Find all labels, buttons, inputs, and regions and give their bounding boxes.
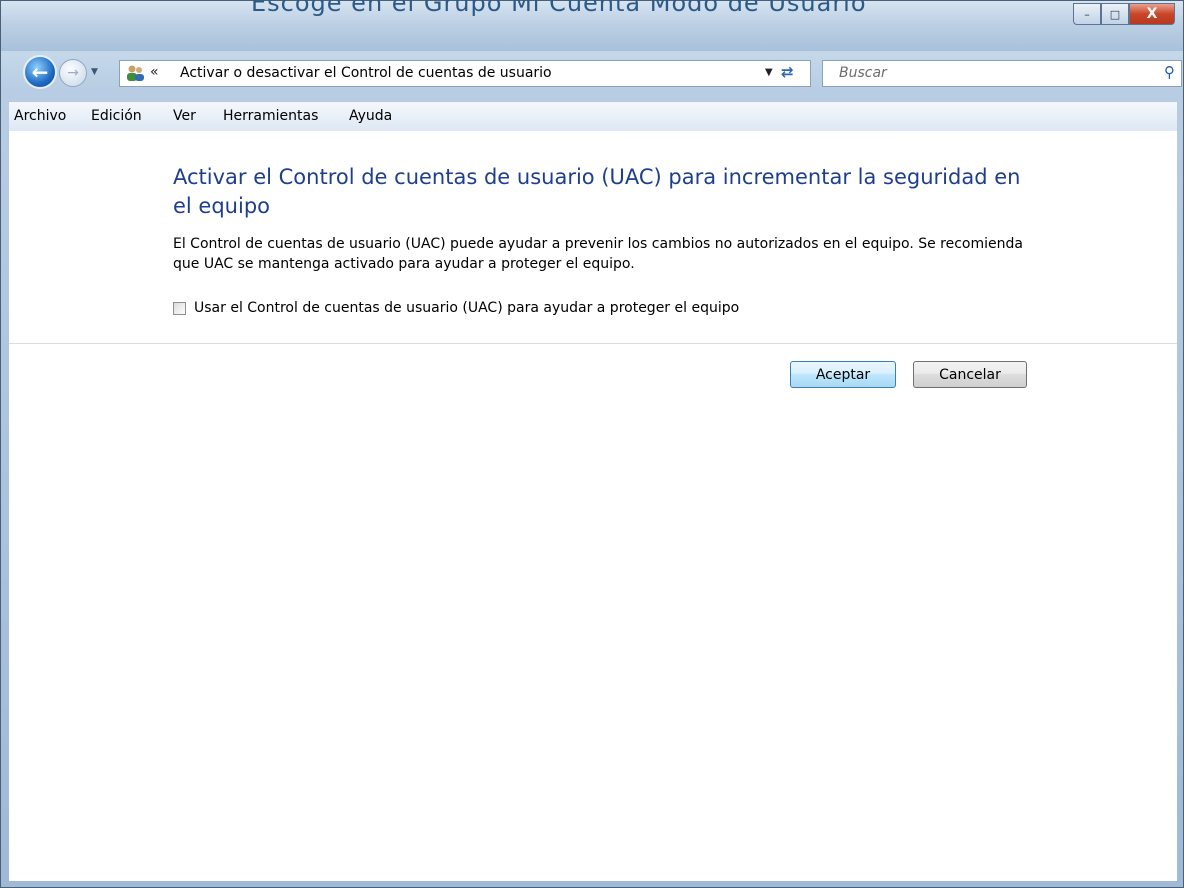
back-button[interactable]: ← — [23, 55, 57, 89]
content-pane: Activar el Control de cuentas de usuario… — [9, 131, 1177, 881]
cropped-caption: Escoge en el Grupo Mi Cuenta Modo de Usu… — [251, 0, 867, 17]
maximize-button[interactable]: □ — [1101, 3, 1129, 25]
uac-checkbox-row[interactable]: Usar el Control de cuentas de usuario (U… — [173, 300, 739, 316]
title-bar: Escoge en el Grupo Mi Cuenta Modo de Usu… — [1, 0, 1183, 51]
search-box[interactable]: Buscar ⚲ — [822, 60, 1182, 87]
menu-herramientas[interactable]: Herramientas — [223, 108, 318, 124]
divider — [9, 343, 1177, 344]
uac-checkbox-label[interactable]: Usar el Control de cuentas de usuario (U… — [194, 300, 739, 316]
search-icon[interactable]: ⚲ — [1164, 63, 1175, 81]
refresh-icon[interactable]: ⇄ — [781, 63, 794, 81]
menu-edicion[interactable]: Edición — [91, 108, 142, 124]
forward-arrow-icon: → — [67, 65, 79, 81]
menu-bar: Archivo Edición Ver Herramientas Ayuda — [9, 101, 1177, 131]
menu-archivo[interactable]: Archivo — [14, 108, 66, 124]
ok-button[interactable]: Aceptar — [790, 361, 896, 388]
description-text: El Control de cuentas de usuario (UAC) p… — [173, 236, 1023, 272]
address-dropdown-icon[interactable]: ▼ — [765, 67, 773, 78]
forward-button[interactable]: → — [59, 59, 87, 87]
address-bar[interactable]: « Activar o desactivar el Control de cue… — [119, 60, 811, 87]
uac-checkbox[interactable] — [173, 301, 186, 315]
page-title: Activar el Control de cuentas de usuario… — [173, 165, 1021, 218]
menu-ver[interactable]: Ver — [173, 108, 196, 124]
cancel-button[interactable]: Cancelar — [913, 361, 1027, 388]
recent-pages-dropdown[interactable]: ▼ — [91, 67, 98, 77]
address-text[interactable]: Activar o desactivar el Control de cuent… — [180, 65, 552, 81]
explorer-window: Escoge en el Grupo Mi Cuenta Modo de Usu… — [0, 0, 1184, 888]
back-arrow-icon: ← — [31, 60, 49, 84]
breadcrumb-overflow-icon[interactable]: « — [150, 64, 159, 80]
close-button[interactable]: X — [1129, 3, 1175, 25]
search-input[interactable]: Buscar — [839, 65, 887, 81]
users-icon — [127, 65, 144, 81]
minimize-button[interactable]: – — [1073, 3, 1101, 25]
window-controls: – □ X — [1073, 3, 1175, 25]
menu-ayuda[interactable]: Ayuda — [349, 108, 392, 124]
